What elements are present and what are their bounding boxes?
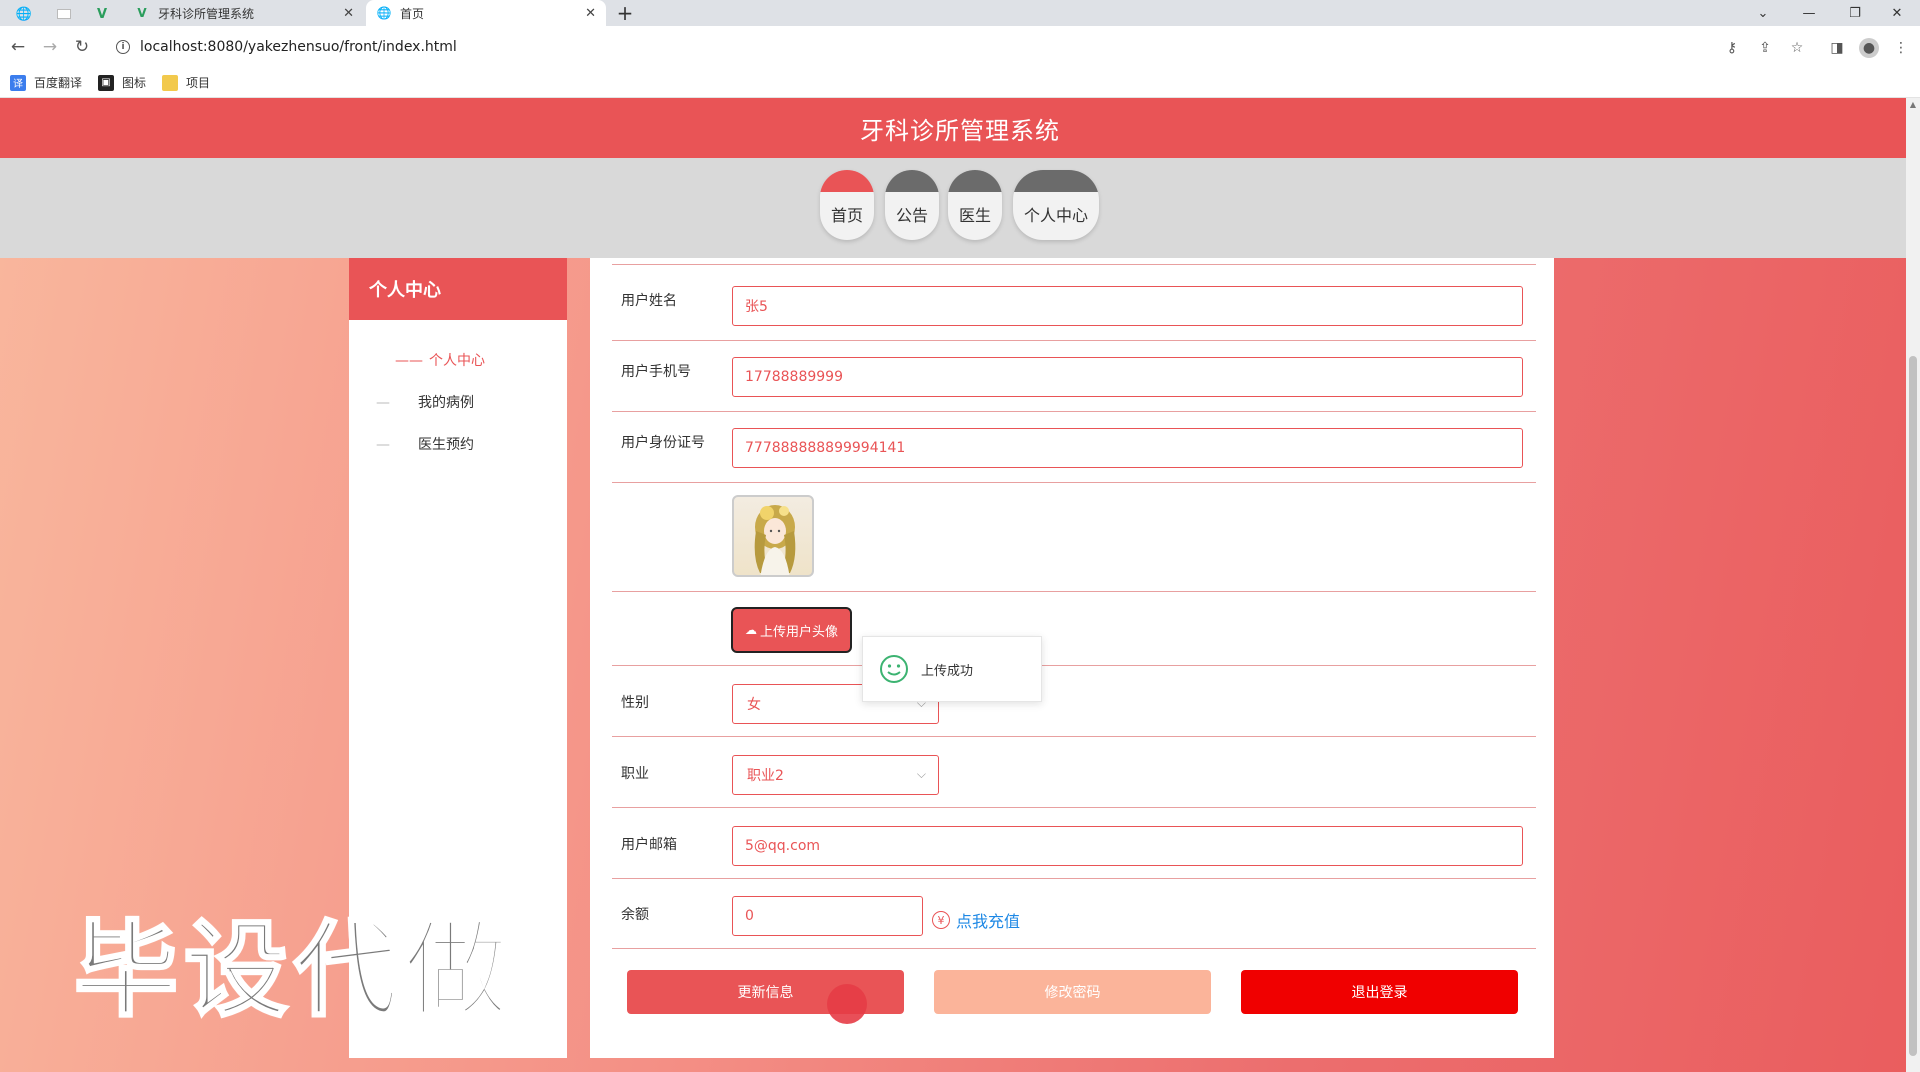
reload-icon[interactable]: ↻ [70, 35, 94, 59]
url-text: localhost:8080/yakezhensuo/front/index.h… [140, 39, 457, 55]
blank-tab[interactable] [46, 2, 82, 26]
site-header: 牙科诊所管理系统 [0, 98, 1920, 158]
email-input[interactable]: 5@qq.com [732, 826, 1523, 866]
url-field[interactable]: i localhost:8080/yakezhensuo/front/index… [106, 31, 1746, 63]
sidebar-item-my-cases[interactable]: — 我的病例 [376, 392, 474, 412]
folder-icon [162, 74, 178, 91]
watermark-text: 毕设代做 [72, 908, 515, 1033]
sidebar-item-personal-center[interactable]: —— 个人中心 [395, 350, 485, 370]
phone-label: 用户手机号 [621, 364, 691, 380]
nav-notice[interactable]: 公告 [885, 170, 939, 240]
job-select[interactable]: 职业2 ⌵ [732, 755, 939, 795]
star-icon[interactable]: ☆ [1787, 38, 1807, 58]
vue-icon: V [137, 6, 147, 20]
recharge-link[interactable]: ¥ 点我充值 [932, 908, 1020, 932]
browser-tab-bar: 🌐 V V 牙科诊所管理系统 ✕ 🌐 首页 ✕ + ⌄ — ❐ ✕ [0, 0, 1920, 26]
upload-avatar-button[interactable]: ☁ 上传用户头像 [731, 607, 852, 653]
tab-admin[interactable]: V 牙科诊所管理系统 ✕ [124, 0, 364, 26]
tab-label: 牙科诊所管理系统 [158, 6, 255, 21]
job-label: 职业 [621, 766, 649, 782]
vue-icon[interactable]: V [84, 2, 120, 26]
image-icon: ▣ [98, 74, 114, 91]
name-label: 用户姓名 [621, 293, 677, 309]
profile-form: 用户姓名 张5 用户手机号 17788889999 用户身份证号 7778888… [590, 258, 1554, 1058]
baidu-translate-icon: 译 [10, 74, 26, 91]
smile-icon [880, 655, 908, 683]
cloud-upload-icon: ☁ [744, 623, 757, 637]
new-tab-button[interactable]: + [612, 0, 638, 26]
idcard-input[interactable]: 777888888899994141 [732, 428, 1523, 468]
name-input[interactable]: 张5 [732, 286, 1523, 326]
bookmark-icons[interactable]: ▣ 图标 [98, 74, 146, 91]
page-scrollbar[interactable]: ▲ [1906, 98, 1920, 1072]
toast-message: 上传成功 [921, 663, 974, 679]
avatar [732, 495, 814, 577]
avatar-illustration [754, 505, 796, 575]
bookmark-project[interactable]: 项目 [162, 74, 210, 91]
upload-success-toast: 上传成功 [862, 636, 1042, 702]
nav-home[interactable]: 首页 [820, 170, 874, 240]
close-icon[interactable]: ✕ [343, 6, 354, 21]
balance-label: 余额 [621, 907, 649, 923]
logout-button[interactable]: 退出登录 [1241, 970, 1518, 1014]
click-indicator [827, 984, 867, 1024]
update-info-button[interactable]: 更新信息 [627, 970, 904, 1024]
bookmark-label: 项目 [186, 76, 211, 90]
site-title: 牙科诊所管理系统 [860, 116, 1060, 145]
email-label: 用户邮箱 [621, 837, 677, 853]
globe-icon[interactable]: 🌐 [6, 2, 42, 26]
sidebar-title: 个人中心 [349, 258, 567, 320]
tab-label: 首页 [400, 6, 425, 21]
sidepanel-icon[interactable]: ◨ [1827, 38, 1847, 58]
minimize-button[interactable]: — [1786, 0, 1832, 26]
bookmark-baidu-translate[interactable]: 译 百度翻译 [10, 74, 82, 91]
bookmark-label: 图标 [122, 76, 147, 90]
address-bar: ← → ↻ i localhost:8080/yakezhensuo/front… [0, 26, 1920, 68]
back-icon[interactable]: ← [6, 35, 30, 59]
tab-search-icon[interactable]: ⌄ [1740, 0, 1786, 26]
tab-home[interactable]: 🌐 首页 ✕ [366, 0, 606, 26]
gender-label: 性别 [621, 695, 649, 711]
phone-input[interactable]: 17788889999 [732, 357, 1523, 397]
balance-input[interactable]: 0 [732, 896, 923, 936]
forward-icon[interactable]: → [38, 35, 62, 59]
bookmark-label: 百度翻译 [34, 76, 83, 90]
change-password-button[interactable]: 修改密码 [934, 970, 1211, 1014]
share-icon[interactable]: ⇪ [1755, 38, 1775, 58]
menu-icon[interactable]: ⋮ [1891, 38, 1911, 58]
key-icon[interactable]: ⚷ [1722, 38, 1742, 58]
idcard-label: 用户身份证号 [621, 435, 705, 451]
close-icon[interactable]: ✕ [585, 6, 596, 21]
nav-personal-center[interactable]: 个人中心 [1013, 170, 1099, 240]
profile-icon[interactable]: ● [1859, 38, 1879, 58]
close-window-button[interactable]: ✕ [1874, 0, 1920, 26]
chevron-down-icon: ⌵ [916, 767, 926, 781]
scroll-up-icon[interactable]: ▲ [1908, 100, 1918, 109]
bookmarks-bar: 译 百度翻译 ▣ 图标 项目 [0, 68, 1920, 98]
info-icon[interactable]: i [116, 40, 130, 54]
restore-button[interactable]: ❐ [1832, 0, 1878, 26]
scrollbar-thumb[interactable] [1909, 356, 1917, 1056]
globe-icon: 🌐 [376, 6, 392, 20]
main-nav: 首页 公告 医生 个人中心 [0, 158, 1920, 258]
yen-icon: ¥ [932, 911, 950, 929]
nav-doctor[interactable]: 医生 [948, 170, 1002, 240]
sidebar-item-doctor-booking[interactable]: — 医生预约 [376, 434, 474, 454]
